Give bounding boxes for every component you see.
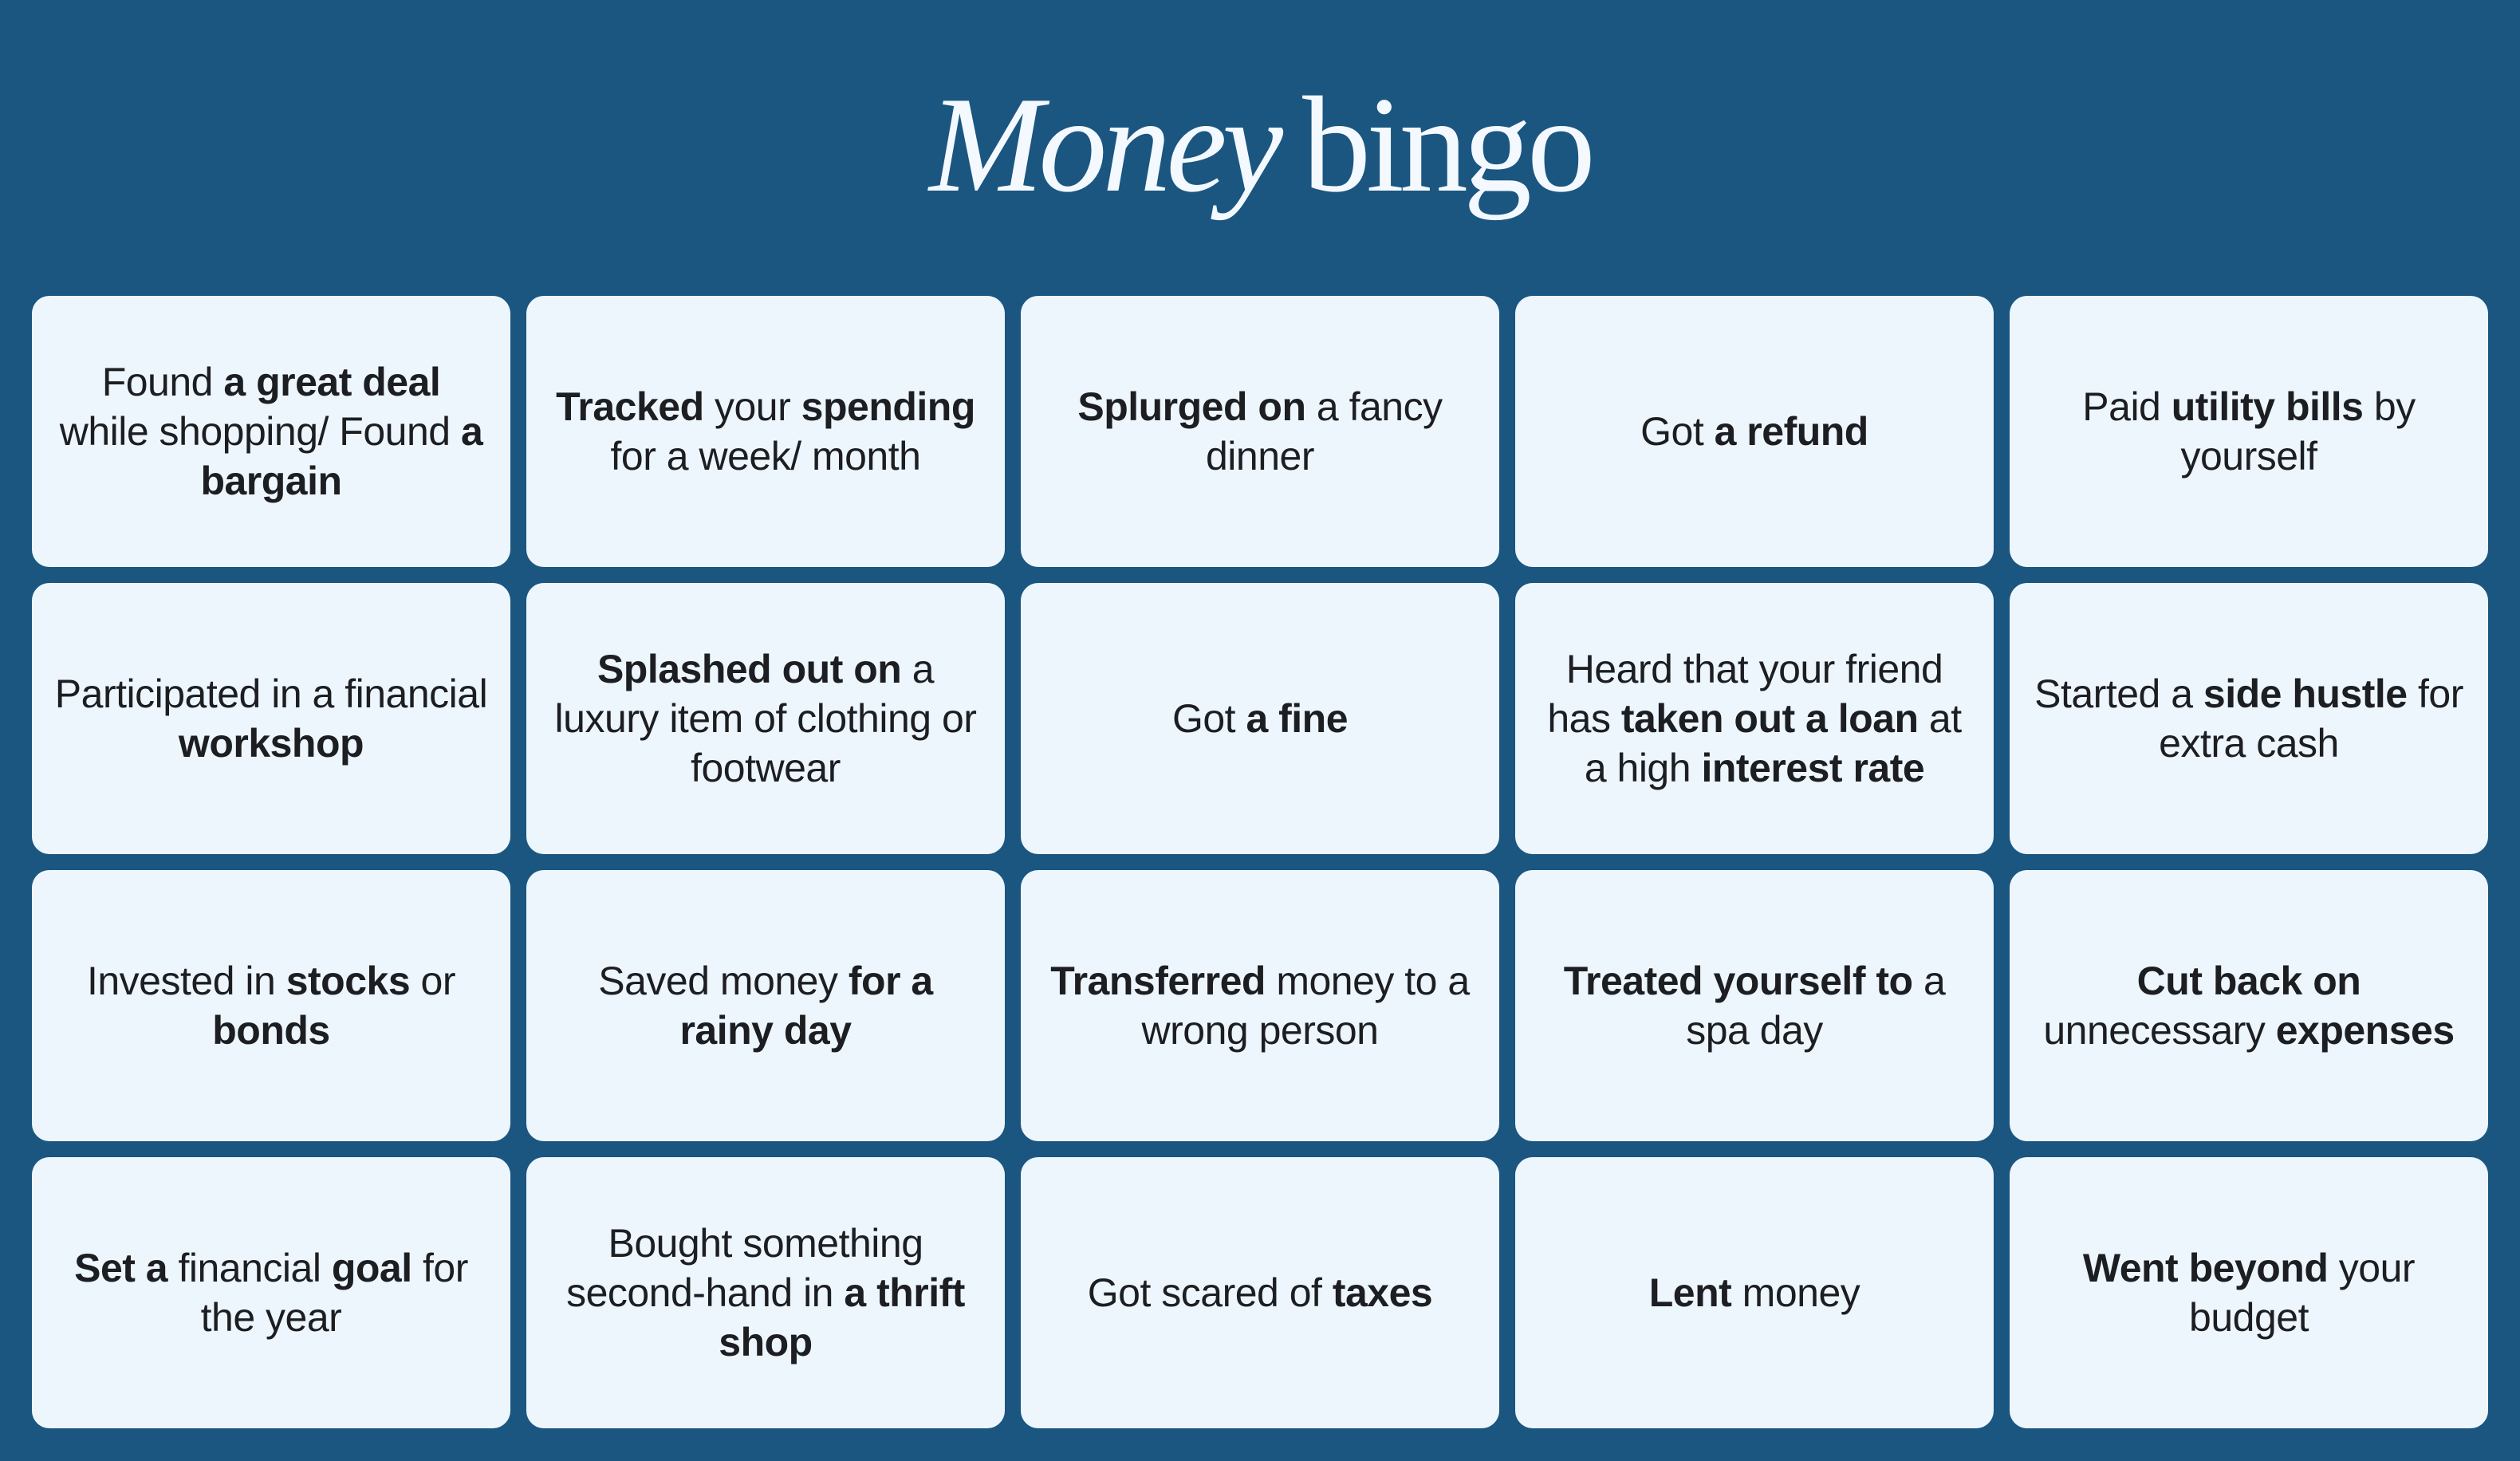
bingo-card-bold-text: side hustle xyxy=(2203,671,2408,716)
bingo-card-regular-text: Started a xyxy=(2034,671,2203,716)
bingo-card[interactable]: Participated in a financial workshop xyxy=(32,583,510,854)
bingo-card-bold-text: Cut back on xyxy=(2136,959,2361,1003)
bingo-card-regular-text: money xyxy=(1731,1270,1860,1315)
bingo-card-text: Got a refund xyxy=(1640,407,1868,456)
bingo-card[interactable]: Lent money xyxy=(1515,1157,1994,1428)
bingo-card[interactable]: Started a side hustle for extra cash xyxy=(2010,583,2488,854)
bingo-card-regular-text: your xyxy=(703,384,801,429)
bingo-card-bold-text: a fine xyxy=(1246,696,1349,741)
bingo-card-bold-text: a great deal xyxy=(223,360,441,404)
bingo-card-regular-text: Found xyxy=(101,360,224,404)
bingo-card[interactable]: Splurged on a fancy dinner xyxy=(1021,296,1499,567)
bingo-card-text: Bought something second-hand in a thrift… xyxy=(547,1219,984,1367)
bingo-card-bold-text: interest rate xyxy=(1701,746,1925,790)
bingo-card-regular-text: while shopping/ Found xyxy=(59,409,461,454)
bingo-card-text: Transferred money to a wrong person xyxy=(1041,956,1479,1055)
bingo-card-bold-text: bonds xyxy=(212,1008,330,1053)
bingo-card-text: Tracked your spending for a week/ month xyxy=(547,382,984,481)
bingo-card-bold-text: utility bills xyxy=(2171,384,2364,429)
bingo-card[interactable]: Cut back on unnecessary expenses xyxy=(2010,870,2488,1141)
bingo-card-bold-text: Transferred xyxy=(1050,959,1266,1003)
bingo-card[interactable]: Invested in stocks or bonds xyxy=(32,870,510,1141)
bingo-card[interactable]: Set a financial goal for the year xyxy=(32,1157,510,1428)
bingo-board: Found a great deal while shopping/ Found… xyxy=(32,296,2488,1428)
bingo-card-text: Invested in stocks or bonds xyxy=(53,956,490,1055)
title-italic-word: Money xyxy=(929,69,1283,221)
bingo-card-regular-text: for a week/ month xyxy=(610,434,921,478)
bingo-card-bold-text: Treated yourself to xyxy=(1563,959,1913,1003)
bingo-card[interactable]: Tracked your spending for a week/ month xyxy=(526,296,1005,567)
bingo-card-text: Set a financial goal for the year xyxy=(53,1243,490,1342)
bingo-card-regular-text: Saved money xyxy=(598,959,849,1003)
bingo-card-bold-text: Went beyond xyxy=(2082,1246,2329,1290)
bingo-card-bold-text: expenses xyxy=(2275,1008,2455,1053)
bingo-card-text: Started a side hustle for extra cash xyxy=(2030,669,2467,768)
bingo-card-text: Heard that your friend has taken out a l… xyxy=(1536,644,1973,793)
bingo-card-regular-text: Got xyxy=(1640,409,1715,454)
bingo-card-text: Got a fine xyxy=(1171,694,1349,743)
bingo-card[interactable]: Bought something second-hand in a thrift… xyxy=(526,1157,1005,1428)
bingo-card-regular-text: Got scared of xyxy=(1087,1270,1333,1315)
bingo-card[interactable]: Transferred money to a wrong person xyxy=(1021,870,1499,1141)
bingo-card-bold-text: Splashed out on xyxy=(597,647,902,691)
bingo-card[interactable]: Got a refund xyxy=(1515,296,1994,567)
bingo-card[interactable]: Heard that your friend has taken out a l… xyxy=(1515,583,1994,854)
bingo-card-bold-text: stocks xyxy=(285,959,411,1003)
bingo-card[interactable]: Went beyond your budget xyxy=(2010,1157,2488,1428)
bingo-card[interactable]: Got scared of taxes xyxy=(1021,1157,1499,1428)
bingo-card-bold-text: Splurged on xyxy=(1077,384,1306,429)
bingo-card[interactable]: Treated yourself to a spa day xyxy=(1515,870,1994,1141)
bingo-card-text: Found a great deal while shopping/ Found… xyxy=(53,357,490,506)
title-regular-word: bingo xyxy=(1302,69,1596,221)
bingo-card-bold-text: taken out a loan xyxy=(1620,696,1919,741)
bingo-card-text: Treated yourself to a spa day xyxy=(1536,956,1973,1055)
bingo-card-bold-text: spending xyxy=(801,384,976,429)
bingo-card-text: Lent money xyxy=(1649,1268,1860,1317)
bingo-card-bold-text: Lent xyxy=(1648,1270,1732,1315)
bingo-card-regular-text: or xyxy=(410,959,456,1003)
page-title: Money bingo xyxy=(0,57,2520,233)
bingo-card-regular-text: Got xyxy=(1171,696,1246,741)
bingo-card[interactable]: Found a great deal while shopping/ Found… xyxy=(32,296,510,567)
bingo-card[interactable]: Got a fine xyxy=(1021,583,1499,854)
bingo-card-regular-text: Invested in xyxy=(86,959,286,1003)
bingo-card-text: Got scared of taxes xyxy=(1087,1268,1433,1317)
bingo-card-bold-text: a refund xyxy=(1714,409,1869,454)
bingo-card[interactable]: Splashed out on a luxury item of clothin… xyxy=(526,583,1005,854)
bingo-card-text: Saved money for a rainy day xyxy=(547,956,984,1055)
bingo-card-regular-text: financial xyxy=(167,1246,332,1290)
bingo-card-text: Paid utility bills by yourself xyxy=(2030,382,2467,481)
bingo-card-bold-text: goal xyxy=(331,1246,412,1290)
bingo-card-bold-text: Set a xyxy=(74,1246,168,1290)
bingo-card-bold-text: taxes xyxy=(1332,1270,1433,1315)
bingo-card-text: Splashed out on a luxury item of clothin… xyxy=(547,644,984,793)
bingo-card-text: Splurged on a fancy dinner xyxy=(1041,382,1479,481)
bingo-card[interactable]: Saved money for a rainy day xyxy=(526,870,1005,1141)
bingo-card-text: Participated in a financial workshop xyxy=(53,669,490,768)
bingo-card-text: Went beyond your budget xyxy=(2030,1243,2467,1342)
bingo-card[interactable]: Paid utility bills by yourself xyxy=(2010,296,2488,567)
bingo-card-bold-text: workshop xyxy=(178,721,364,766)
bingo-card-text: Cut back on unnecessary expenses xyxy=(2030,956,2467,1055)
bingo-card-bold-text: Tracked xyxy=(556,384,704,429)
bingo-card-regular-text: Paid xyxy=(2082,384,2172,429)
bingo-card-regular-text: unnecessary xyxy=(2043,1008,2276,1053)
bingo-card-regular-text: Participated in a financial xyxy=(54,671,488,716)
